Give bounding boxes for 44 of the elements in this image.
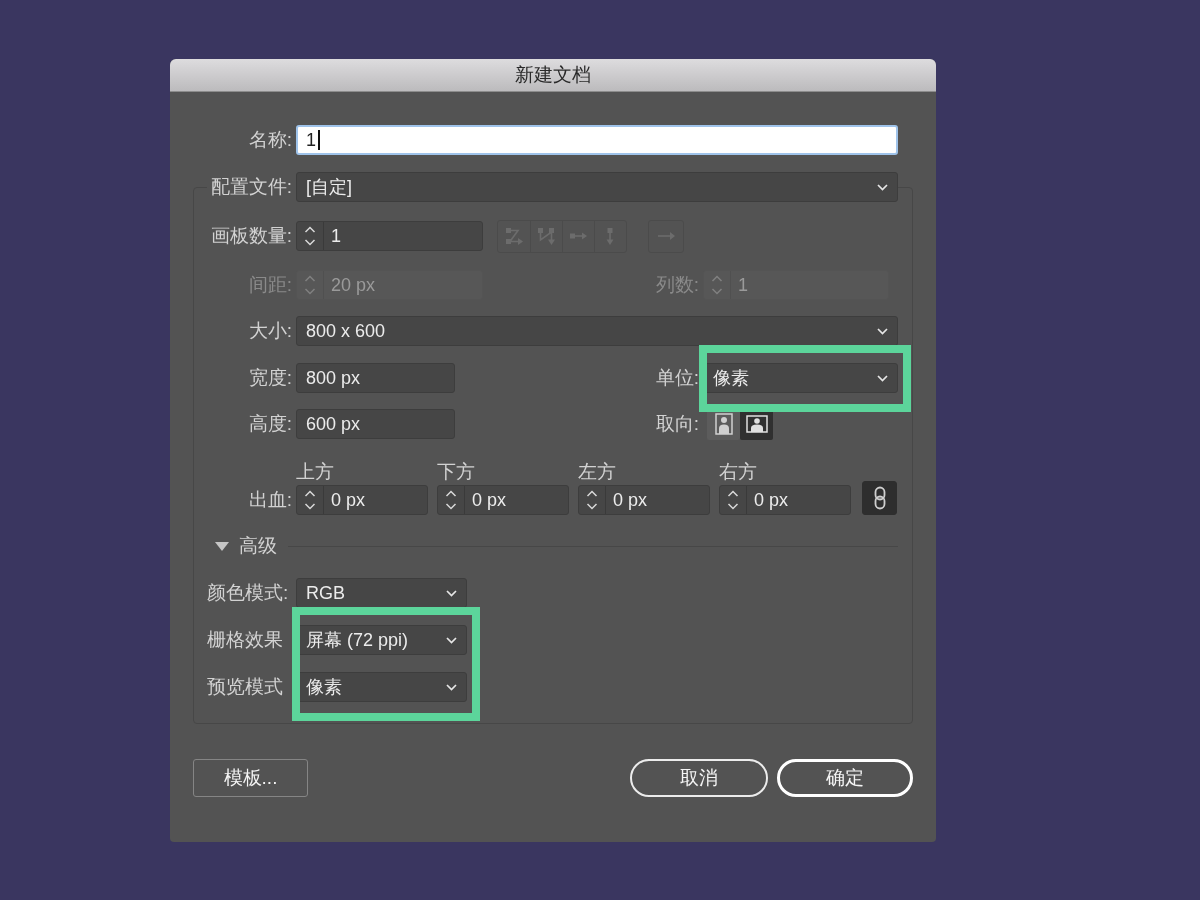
dropdown[interactable]: 800 x 600 bbox=[296, 316, 898, 346]
field-label: 下方 bbox=[437, 462, 475, 482]
field-label: 颜色模式: bbox=[207, 581, 290, 605]
landscape-person-icon bbox=[745, 415, 768, 433]
text-field[interactable]: 800 px bbox=[296, 363, 455, 393]
section-heading: 高级 bbox=[239, 535, 277, 557]
number-field[interactable]: 0 px bbox=[719, 485, 851, 515]
chevron-down-icon[interactable] bbox=[877, 327, 888, 335]
link-button[interactable] bbox=[862, 481, 897, 515]
number-field[interactable]: 0 px bbox=[578, 485, 710, 515]
field-label: 出血: bbox=[247, 488, 293, 512]
field-label: 右方 bbox=[719, 462, 757, 482]
window-title: 新建文档 bbox=[515, 64, 591, 86]
text-field[interactable]: 600 px bbox=[296, 409, 455, 439]
number-field[interactable]: 0 px bbox=[296, 485, 428, 515]
field-label: 画板数量: bbox=[209, 224, 293, 248]
field-label: 左方 bbox=[578, 462, 616, 482]
field-label: 名称: bbox=[247, 128, 293, 152]
chain-link-icon[interactable] bbox=[873, 486, 886, 510]
field-label: 栅格效果 bbox=[207, 628, 284, 652]
portrait-person-icon bbox=[714, 413, 733, 435]
field-label: 宽度: bbox=[247, 366, 293, 390]
cancel-button[interactable]: 取消 bbox=[630, 759, 768, 797]
chevron-down-icon[interactable] bbox=[446, 683, 457, 691]
chevron-down-icon[interactable] bbox=[446, 589, 457, 597]
dropdown[interactable]: [自定] bbox=[296, 172, 898, 202]
text-cursor-icon bbox=[318, 130, 320, 150]
field-label: 大小: bbox=[247, 319, 293, 343]
field-label: 高度: bbox=[247, 412, 293, 436]
field-label: 单位: bbox=[654, 366, 700, 390]
name-field[interactable]: 1 bbox=[296, 125, 898, 155]
dropdown[interactable]: RGB bbox=[296, 578, 467, 608]
field-label: 配置文件: bbox=[207, 175, 296, 199]
number-field[interactable]: 1 bbox=[296, 221, 483, 251]
number-field[interactable]: 0 px bbox=[437, 485, 569, 515]
chevron-down-icon[interactable] bbox=[877, 183, 888, 191]
chevron-down-icon[interactable] bbox=[877, 374, 888, 382]
field-label: 预览模式 bbox=[207, 675, 284, 699]
field-label: 上方 bbox=[296, 462, 334, 482]
disclosure-triangle-icon[interactable] bbox=[215, 541, 229, 551]
ok-button[interactable]: 确定 bbox=[777, 759, 913, 797]
template-button[interactable]: 模板... bbox=[193, 759, 308, 797]
field-label: 取向: bbox=[654, 412, 700, 436]
chevron-down-icon[interactable] bbox=[446, 636, 457, 644]
